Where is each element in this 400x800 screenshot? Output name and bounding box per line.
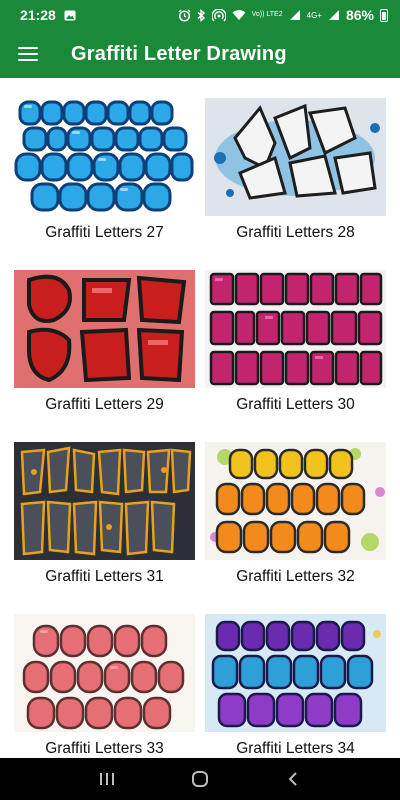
- card-title: Graffiti Letters 28: [236, 224, 355, 241]
- graffiti-art-31: [14, 442, 195, 560]
- graffiti-card-31[interactable]: Graffiti Letters 31: [14, 422, 204, 594]
- graffiti-art-28: [205, 98, 386, 216]
- status-time: 21:28: [20, 7, 56, 23]
- status-bar: 21:28 Vo)) LTE2 4G+ 86%: [0, 0, 400, 30]
- graffiti-card-28[interactable]: Graffiti Letters 28: [205, 78, 395, 250]
- hamburger-menu-icon[interactable]: [18, 47, 38, 61]
- graffiti-card-27[interactable]: Graffiti Letters 27: [14, 78, 204, 250]
- graffiti-thumbnail-27[interactable]: [14, 98, 195, 216]
- battery-icon: [380, 8, 388, 22]
- card-title: Graffiti Letters 34: [236, 740, 355, 757]
- graffiti-grid[interactable]: Graffiti Letters 27 Graffiti Letters 28: [0, 78, 400, 758]
- graffiti-card-33[interactable]: Graffiti Letters 33: [14, 594, 204, 758]
- card-title: Graffiti Letters 27: [45, 224, 164, 241]
- signal-label: Vo)) LTE2: [251, 11, 283, 18]
- signal-icon-2: [328, 10, 339, 20]
- card-title: Graffiti Letters 29: [45, 396, 164, 413]
- recents-icon[interactable]: [87, 764, 127, 794]
- card-title: Graffiti Letters 33: [45, 740, 164, 757]
- graffiti-thumbnail-32[interactable]: [205, 442, 386, 560]
- graffiti-art-27: [14, 98, 195, 216]
- card-title: Graffiti Letters 32: [236, 568, 355, 585]
- hotspot-icon: [211, 8, 226, 21]
- signal-icon: [289, 10, 300, 20]
- back-icon[interactable]: [273, 764, 313, 794]
- graffiti-art-34: [205, 614, 386, 732]
- app-bar: Graffiti Letter Drawing: [0, 30, 400, 78]
- graffiti-thumbnail-30[interactable]: [205, 270, 386, 388]
- home-icon[interactable]: [180, 764, 220, 794]
- graffiti-card-30[interactable]: Graffiti Letters 30: [205, 250, 395, 422]
- wifi-icon: [232, 10, 246, 20]
- graffiti-card-34[interactable]: Graffiti Letters 34: [205, 594, 395, 758]
- graffiti-card-29[interactable]: Graffiti Letters 29: [14, 250, 204, 422]
- graffiti-thumbnail-34[interactable]: [205, 614, 386, 732]
- graffiti-thumbnail-28[interactable]: [205, 98, 386, 216]
- card-title: Graffiti Letters 31: [45, 568, 164, 585]
- system-navigation-bar: [0, 758, 400, 800]
- card-title: Graffiti Letters 30: [236, 396, 355, 413]
- alarm-icon: [178, 9, 191, 22]
- graffiti-thumbnail-33[interactable]: [14, 614, 195, 732]
- battery-percentage: 86%: [345, 7, 374, 23]
- app-title: Graffiti Letter Drawing: [71, 42, 287, 65]
- network-type: 4G+: [306, 10, 322, 20]
- bluetooth-icon: [197, 8, 205, 22]
- graffiti-art-33: [14, 614, 195, 732]
- graffiti-thumbnail-31[interactable]: [14, 442, 195, 560]
- gallery-notification-icon: [64, 10, 76, 20]
- graffiti-art-29: [14, 270, 195, 388]
- graffiti-art-32: [205, 442, 386, 560]
- graffiti-art-30: [205, 270, 386, 388]
- graffiti-thumbnail-29[interactable]: [14, 270, 195, 388]
- graffiti-card-32[interactable]: Graffiti Letters 32: [205, 422, 395, 594]
